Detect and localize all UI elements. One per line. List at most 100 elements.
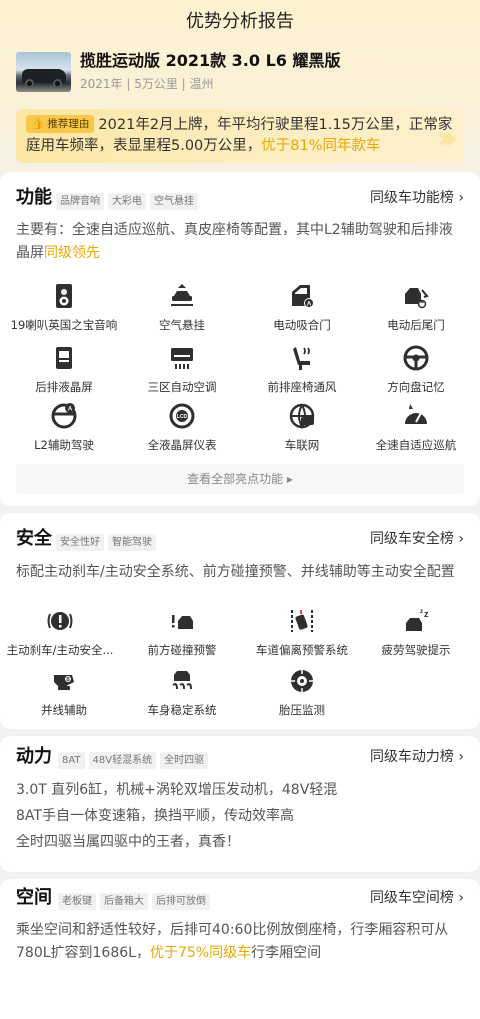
safety-label: 车道偏离预警系统 <box>256 643 348 657</box>
feature-label: 电动吸合门 <box>273 318 331 332</box>
feature-item[interactable]: 后排液晶屏 <box>4 344 124 394</box>
lane-departure-icon <box>291 610 313 632</box>
air-suspension-icon <box>171 284 193 306</box>
features-title: 功能 <box>16 187 52 208</box>
safety-description: 标配主动刹车/主动安全系统、前方碰撞预警、并线辅助等主动安全配置 <box>16 564 455 580</box>
features-card: 功能 品牌音响 大彩电 空气悬挂 同级车功能榜 › 主要有：全速自适应巡航、真皮座椅… <box>0 172 480 506</box>
space-ranking-link[interactable]: 同级车空间榜 › <box>370 887 464 909</box>
safety-item[interactable]: B 并线辅助 <box>4 667 124 717</box>
feature-item[interactable]: A L2辅助驾驶 <box>4 402 124 452</box>
triangle-right-icon: ▸ <box>286 472 293 486</box>
power-details: 3.0T 直列6缸，机械+涡轮双增压发动机，48V轻混 8AT手自一体变速箱，换… <box>16 777 466 855</box>
chip: 大彩电 <box>108 193 146 210</box>
car-summary[interactable]: 揽胜运动版 2021款 3.0 L6 耀黑版 2021年 | 5万公里 | 温州 <box>16 50 466 96</box>
power-chips: 8AT 48V轻混系统 全时四驱 <box>58 748 212 769</box>
power-line: 全时四驱当属四驱中的王者，真香！ <box>16 834 240 850</box>
stability-control-icon <box>172 671 192 690</box>
feature-item[interactable]: 方向盘记忆 <box>356 344 476 394</box>
feature-item[interactable]: 全速自适应巡航 <box>356 402 476 452</box>
feature-item[interactable]: 车联网 <box>242 402 362 452</box>
feature-item[interactable]: 三区自动空调 <box>122 344 242 394</box>
page-title: 优势分析报告 <box>186 11 294 32</box>
safety-label: 疲劳驾驶提示 <box>381 643 451 657</box>
feature-label: 全液晶屏仪表 <box>147 438 217 452</box>
steering-wheel-icon <box>403 345 429 371</box>
safety-chips: 安全性好 智能驾驶 <box>56 530 160 551</box>
feature-item[interactable]: LCD 全液晶屏仪表 <box>122 402 242 452</box>
safety-item[interactable]: 胎压监测 <box>242 667 362 717</box>
space-ranking-label: 同级车空间榜 <box>369 890 454 906</box>
car-title: 揽胜运动版 2021款 3.0 L6 耀黑版 <box>80 51 341 70</box>
car-meta: 2021年 | 5万公里 | 温州 <box>80 77 214 91</box>
power-ranking-link[interactable]: 同级车动力榜 › <box>370 746 464 768</box>
recommend-tag: 👍 推荐理由 <box>26 115 95 133</box>
feature-item[interactable]: 电动后尾门 <box>356 282 476 332</box>
feature-label: L2辅助驾驶 <box>34 438 94 452</box>
view-all-label: 查看全部亮点功能 <box>187 472 284 486</box>
safety-label: 主动刹车/主动安全... <box>6 643 114 657</box>
svg-text:LCD: LCD <box>177 414 188 420</box>
svg-text:z: z <box>420 609 423 615</box>
air-conditioner-icon <box>171 348 193 369</box>
safety-item[interactable]: 主动刹车/主动安全... <box>0 607 120 657</box>
feature-label: 19喇叭英国之宝音响 <box>10 318 118 332</box>
features-desc-highlight: 同级领先 <box>44 245 100 261</box>
svg-text:z: z <box>424 609 429 619</box>
power-tailgate-icon <box>405 288 429 309</box>
fatigue-alert-icon: zz <box>406 609 429 631</box>
features-ranking-link[interactable]: 同级车功能榜 › <box>370 187 464 209</box>
features-description: 主要有：全速自适应巡航、真皮座椅等配置，其中L2辅助驾驶和后排液晶屏同级领先 <box>16 219 466 265</box>
feature-label: 后排液晶屏 <box>35 380 93 394</box>
chevron-right-icon: › <box>458 531 464 547</box>
chip: 空气悬挂 <box>150 193 198 210</box>
driver-assist-icon: A <box>51 403 77 429</box>
feature-item[interactable]: A 电动吸合门 <box>242 282 362 332</box>
safety-ranking-link[interactable]: 同级车安全榜 › <box>370 528 464 550</box>
recommend-highlight: 优于81%同年款车 <box>261 138 381 154</box>
space-card: 空间 老板键 后备箱大 后排可放倒 同级车空间榜 › 乘坐空间和舒适性较好，后排可4… <box>0 879 480 1019</box>
safety-ranking-label: 同级车安全榜 <box>369 531 454 547</box>
feature-label: 方向盘记忆 <box>387 380 445 394</box>
features-ranking-label: 同级车功能榜 <box>369 190 454 206</box>
space-desc-tail: 行李厢空间 <box>251 945 322 961</box>
features-chips: 品牌音响 大彩电 空气悬挂 <box>56 189 202 210</box>
speaker-icon <box>56 284 72 308</box>
safety-item[interactable]: zz 疲劳驾驶提示 <box>356 607 476 657</box>
view-all-features-button[interactable]: 查看全部亮点功能 ▸ <box>16 464 464 494</box>
svg-text:A: A <box>68 407 73 413</box>
feature-label: 三区自动空调 <box>147 380 217 394</box>
safety-item[interactable]: 前方碰撞预警 <box>122 607 242 657</box>
feature-label: 全速自适应巡航 <box>375 438 457 452</box>
recommend-tag-label: 推荐理由 <box>47 118 90 130</box>
safety-card: 安全 安全性好 智能驾驶 同级车安全榜 › 标配主动刹车/主动安全系统、前方碰撞预… <box>0 513 480 729</box>
feature-label: 空气悬挂 <box>159 318 205 332</box>
safety-label: 并线辅助 <box>41 703 87 717</box>
chevron-right-icon: › <box>458 890 464 906</box>
seat-ventilation-icon <box>293 347 310 370</box>
connected-car-icon <box>289 403 315 430</box>
safety-label: 胎压监测 <box>279 703 325 717</box>
space-chips: 老板键 后备箱大 后排可放倒 <box>58 889 214 910</box>
svg-text:B: B <box>66 677 70 683</box>
safety-item[interactable]: 车道偏离预警系统 <box>242 607 362 657</box>
safety-item[interactable]: 车身稳定系统 <box>122 667 242 717</box>
safety-label: 车身稳定系统 <box>147 703 217 717</box>
chip: 后备箱大 <box>100 893 148 910</box>
safety-label: 前方碰撞预警 <box>147 643 217 657</box>
blind-spot-icon: B <box>54 675 74 690</box>
rear-screen-icon <box>56 347 72 369</box>
chip: 品牌音响 <box>56 193 104 210</box>
svg-text:A: A <box>307 302 312 308</box>
chip: 老板键 <box>58 893 96 910</box>
car-thumbnail[interactable] <box>16 52 71 92</box>
tire-pressure-icon <box>291 670 313 692</box>
feature-item[interactable]: 前排座椅通风 <box>242 344 362 394</box>
power-card: 动力 8AT 48V轻混系统 全时四驱 同级车动力榜 › 3.0T 直列6缸，机械+… <box>0 736 480 872</box>
lcd-dashboard-icon: LCD <box>169 403 195 429</box>
feature-item[interactable]: 19喇叭英国之宝音响 <box>4 282 124 332</box>
space-title: 空间 <box>16 887 52 908</box>
power-title: 动力 <box>16 746 52 767</box>
feature-item[interactable]: 空气悬挂 <box>122 282 242 332</box>
chip: 智能驾驶 <box>108 534 156 551</box>
active-brake-icon <box>47 612 73 630</box>
